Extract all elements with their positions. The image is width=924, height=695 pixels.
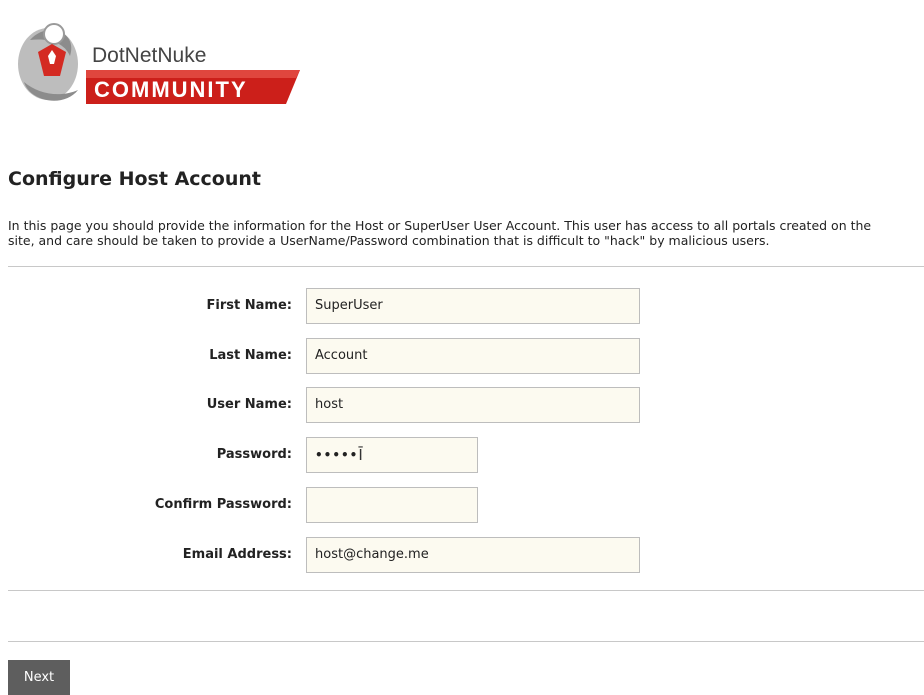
last-name-label: Last Name: (209, 348, 292, 363)
logo-text-bottom: COMMUNITY (94, 77, 248, 102)
divider (8, 266, 924, 267)
password-label: Password: (216, 447, 292, 462)
dotnetnuke-logo: DotNetNuke COMMUNITY (8, 12, 300, 110)
last-name-row: Last Name: Account (8, 338, 924, 378)
first-name-row: First Name: SuperUser (8, 288, 924, 328)
next-button[interactable]: Next (8, 660, 70, 695)
email-label: Email Address: (182, 547, 292, 562)
user-name-input[interactable]: host (306, 387, 640, 423)
email-input[interactable]: host@change.me (306, 537, 640, 573)
password-row: Password: •••••Ī (8, 437, 924, 477)
first-name-input[interactable]: SuperUser (306, 288, 640, 324)
intro-text: In this page you should provide the info… (8, 218, 924, 248)
first-name-label: First Name: (206, 298, 292, 313)
password-input[interactable]: •••••Ī (306, 437, 478, 473)
intro-line-2: site, and care should be taken to provid… (8, 233, 770, 248)
email-row: Email Address: host@change.me (8, 537, 924, 577)
confirm-password-row: Confirm Password: (8, 487, 924, 527)
divider (8, 641, 924, 642)
logo-swirl-icon (18, 23, 78, 101)
last-name-input[interactable]: Account (306, 338, 640, 374)
intro-line-1: In this page you should provide the info… (8, 218, 872, 233)
divider (8, 590, 924, 591)
confirm-password-label: Confirm Password: (154, 497, 292, 512)
user-name-row: User Name: host (8, 387, 924, 427)
user-name-label: User Name: (206, 397, 292, 412)
page-title: Configure Host Account (8, 168, 261, 190)
password-mask: ••••• (315, 448, 359, 462)
logo-text-top: DotNetNuke (92, 44, 206, 67)
text-cursor-icon: Ī (358, 446, 363, 464)
confirm-password-input[interactable] (306, 487, 478, 523)
